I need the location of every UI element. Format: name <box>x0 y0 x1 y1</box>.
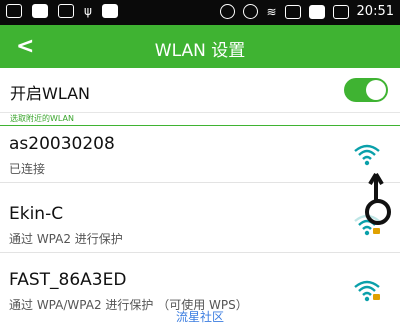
wifi-lock-icon <box>354 280 380 302</box>
network-status: 通过 WPA2 进行保护 <box>9 232 123 246</box>
network-item[interactable]: Ekin-C 通过 WPA2 进行保护 <box>0 196 400 253</box>
network-name: FAST_86A3ED <box>9 270 127 290</box>
image-icon <box>32 4 48 18</box>
status-icons-left: ψ <box>6 4 118 18</box>
page-title: WLAN 设置 <box>154 41 246 61</box>
switch-knob <box>366 80 386 100</box>
app-bar: < WLAN 设置 <box>0 25 400 68</box>
network-name: as20030208 <box>9 134 115 154</box>
annotation-arrow <box>365 172 391 225</box>
app-icon <box>101 4 118 18</box>
wifi-status-icon: ≋ <box>266 4 277 19</box>
wlan-toggle-label: 开启WLAN <box>10 84 91 103</box>
wlan-switch[interactable] <box>344 78 388 102</box>
vibrate-icon <box>243 4 259 19</box>
battery-icon <box>332 4 349 19</box>
cloud-icon <box>58 4 74 18</box>
usb-icon: ψ <box>84 4 92 18</box>
network-item[interactable]: as20030208 已连接 <box>0 126 400 183</box>
wifi-signal-icon <box>354 144 380 166</box>
alarm-icon <box>220 4 236 19</box>
network-status: 已连接 <box>9 162 46 176</box>
watermark: 流星社区 <box>175 310 224 324</box>
network-name: Ekin-C <box>9 204 64 224</box>
signal-icon <box>284 4 301 19</box>
wlan-toggle-row[interactable]: 开启WLAN <box>0 68 400 113</box>
section-header: 选取附近的WLAN <box>10 114 75 123</box>
status-bar: ψ ≋ 20:51 <box>0 0 400 25</box>
status-icons-right: ≋ 20:51 <box>220 4 394 19</box>
sim-icon <box>308 4 325 19</box>
notification-icon <box>6 4 22 18</box>
clock: 20:51 <box>356 4 394 19</box>
